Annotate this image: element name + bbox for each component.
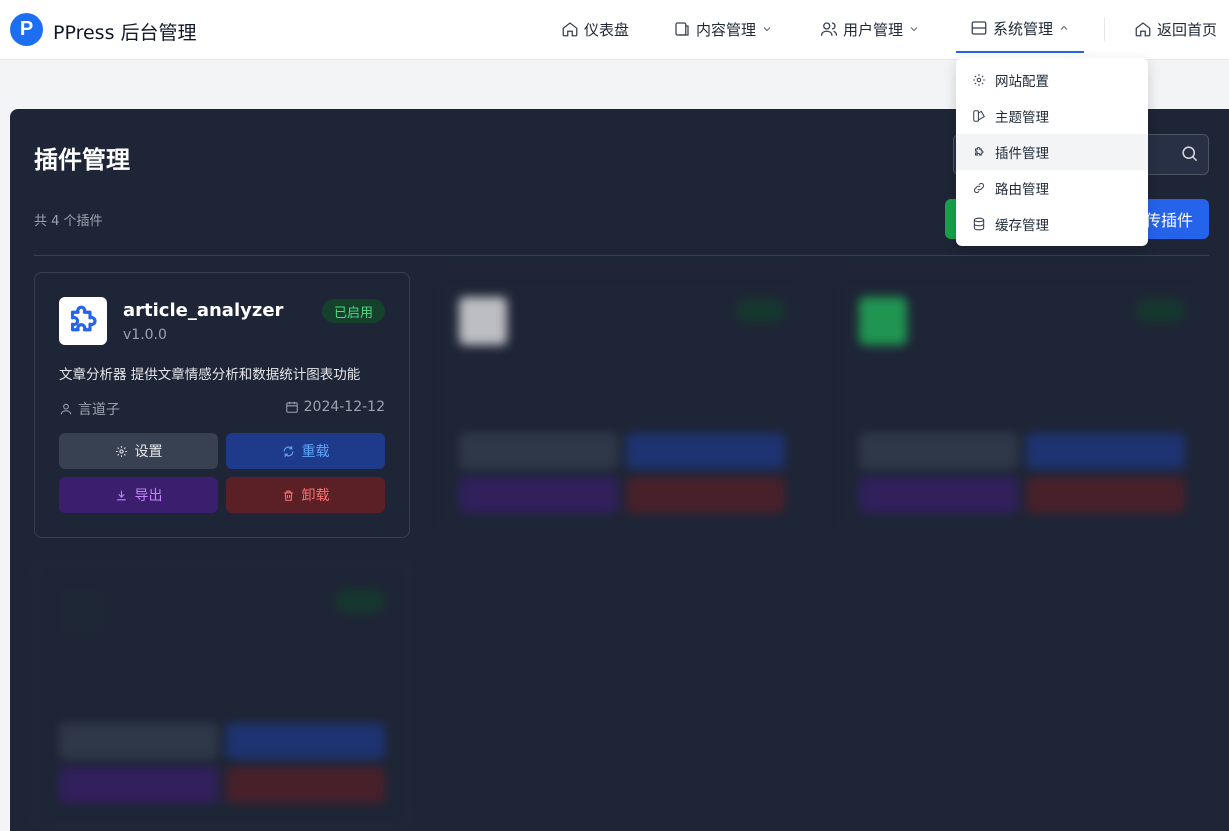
menu-item-routes[interactable]: 路由管理 [956,170,1148,206]
settings-button[interactable]: 设置 [59,433,218,469]
search-icon[interactable] [1180,144,1199,163]
uninstall-button[interactable] [226,767,385,803]
chevron-down-icon [910,27,918,32]
nav-divider [1104,17,1105,41]
export-button[interactable] [59,767,218,803]
document-icon [675,22,689,36]
menu-item-label: 插件管理 [995,146,1049,162]
menu-item-site-config[interactable]: 网站配置 [956,62,1148,98]
download-icon [116,490,126,500]
page-title: 插件管理 [34,146,130,174]
settings-button[interactable] [459,433,618,469]
plugin-icon [59,297,107,345]
nav-content[interactable]: 内容管理 [673,0,773,58]
plugin-icon [59,587,107,635]
nav-content-label: 内容管理 [696,20,757,39]
server-icon [971,21,987,35]
plugin-count: 共 4 个插件 [34,214,103,229]
reload-label: 重载 [301,444,330,460]
author-name: 言道子 [78,402,120,418]
menu-item-themes[interactable]: 主题管理 [956,98,1148,134]
settings-label: 设置 [134,444,163,460]
menu-item-label: 主题管理 [995,110,1049,126]
settings-button[interactable] [859,433,1018,469]
plugin-version: v1.0.0 [123,327,167,343]
menu-item-label: 路由管理 [995,182,1049,198]
nav-home-label: 返回首页 [1157,20,1218,39]
plugin-author: 言道子 [59,399,120,419]
top-navbar: P PPress 后台管理 仪表盘 内容管理 用户管理 系统管理 返回首页 [0,0,1229,60]
menu-item-plugins[interactable]: 插件管理 [956,134,1148,170]
nav-users[interactable]: 用户管理 [820,0,920,58]
export-button[interactable] [459,477,618,513]
uninstall-button[interactable]: 卸载 [226,477,385,513]
menu-item-cache[interactable]: 缓存管理 [956,206,1148,242]
nav-system-label: 系统管理 [993,19,1054,38]
plugin-card: article_analyzer v1.0.0 已启用 文章分析器 提供文章情感… [34,272,410,538]
status-badge [335,589,385,613]
nav-dashboard[interactable]: 仪表盘 [561,0,629,58]
plugin-description: 文章分析器 提供文章情感分析和数据统计图表功能 [59,367,361,383]
uninstall-label: 卸载 [301,488,330,504]
section-divider [34,255,1209,256]
gear-icon [115,445,127,457]
reload-button[interactable] [1026,433,1185,469]
export-button[interactable]: 导出 [59,477,218,513]
menu-item-label: 缓存管理 [995,218,1049,234]
plugin-icon [859,297,907,345]
reload-button[interactable]: 重载 [226,433,385,469]
export-button[interactable] [859,477,1018,513]
app-title: PPress 后台管理 [53,22,197,44]
user-icon [60,403,72,415]
uninstall-button[interactable] [626,477,785,513]
system-dropdown-menu: 网站配置 主题管理 插件管理 路由管理 缓存管理 [956,58,1148,246]
plugin-date: 2024-12-12 [285,399,385,415]
users-icon [820,22,838,36]
reload-button[interactable] [226,723,385,759]
chevron-up-icon [1060,25,1068,30]
status-badge [735,299,785,323]
database-icon [973,217,985,231]
plugin-card-blurred [434,272,810,538]
uninstall-button[interactable] [1026,477,1185,513]
theme-icon [973,110,985,122]
trash-icon [283,490,293,501]
reload-button[interactable] [626,433,785,469]
plugin-card-blurred [834,272,1210,538]
calendar-icon [285,401,298,413]
plugin-icon [459,297,507,345]
home-icon [562,22,578,37]
plugin-name: article_analyzer [123,300,284,321]
puzzle-icon [70,305,97,332]
chevron-down-icon [763,27,771,32]
menu-item-label: 网站配置 [995,74,1049,90]
nav-users-label: 用户管理 [843,20,904,39]
nav-system[interactable]: 系统管理 [956,5,1085,53]
status-badge [1135,299,1185,323]
refresh-icon [283,445,293,457]
puzzle-icon [974,146,984,156]
app-logo[interactable]: P [10,13,43,46]
link-icon [973,182,985,194]
date-text: 2024-12-12 [303,399,385,415]
nav-home[interactable]: 返回首页 [1134,0,1217,58]
export-label: 导出 [134,488,163,504]
status-badge: 已启用 [321,299,385,323]
gear-icon [973,74,985,86]
settings-button[interactable] [59,723,218,759]
plugin-card-blurred [34,562,410,828]
home-icon [1135,22,1151,37]
nav-dashboard-label: 仪表盘 [584,20,630,39]
